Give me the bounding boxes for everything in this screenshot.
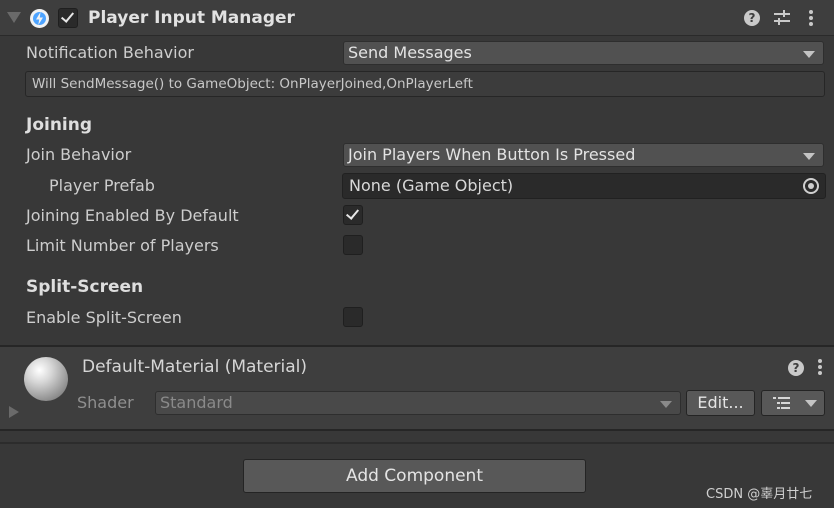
chevron-down-icon: [803, 153, 815, 160]
limit-players-checkbox[interactable]: [343, 235, 363, 255]
chevron-down-icon: [805, 400, 817, 407]
divider: [0, 429, 834, 431]
join-behavior-dropdown[interactable]: Join Players When Button Is Pressed: [343, 143, 824, 167]
divider: [0, 442, 834, 444]
notification-info-box: Will SendMessage() to GameObject: OnPlay…: [25, 71, 825, 97]
component-enabled-checkbox[interactable]: [58, 8, 78, 28]
join-behavior-label: Join Behavior: [26, 145, 132, 164]
material-help-icon[interactable]: ?: [788, 360, 804, 376]
object-picker-icon[interactable]: [803, 178, 819, 194]
chevron-down-icon: [803, 51, 815, 58]
player-input-manager-icon: [29, 8, 50, 29]
joining-section-title: Joining: [26, 115, 93, 135]
material-more-icon[interactable]: [817, 358, 823, 376]
player-prefab-label: Player Prefab: [49, 176, 155, 195]
joining-enabled-checkbox[interactable]: [343, 205, 363, 225]
player-prefab-field[interactable]: None (Game Object): [342, 173, 826, 199]
add-component-button[interactable]: Add Component: [243, 459, 586, 493]
notification-behavior-label: Notification Behavior: [26, 43, 194, 62]
limit-players-label: Limit Number of Players: [26, 236, 219, 255]
component-title: Player Input Manager: [88, 8, 295, 28]
enable-split-screen-checkbox[interactable]: [343, 307, 363, 327]
notification-behavior-value: Send Messages: [348, 43, 472, 62]
help-icon[interactable]: ?: [744, 10, 760, 26]
shader-edit-button[interactable]: Edit...: [686, 390, 755, 416]
checkmark-icon: [60, 9, 75, 23]
shader-label: Shader: [77, 393, 134, 412]
more-icon[interactable]: [808, 9, 814, 27]
material-foldout-arrow-icon[interactable]: [9, 406, 19, 418]
chevron-down-icon: [660, 401, 672, 408]
shader-options-button[interactable]: [761, 390, 825, 416]
shader-value: Standard: [160, 393, 233, 412]
join-behavior-value: Join Players When Button Is Pressed: [348, 145, 636, 164]
presets-icon[interactable]: [773, 9, 791, 27]
material-sphere-icon: [24, 357, 68, 401]
watermark: CSDN @辜月廿七: [706, 487, 813, 502]
notification-behavior-dropdown[interactable]: Send Messages: [343, 41, 824, 65]
player-prefab-value: None (Game Object): [349, 176, 514, 195]
checkmark-icon: [345, 206, 360, 220]
joining-enabled-label: Joining Enabled By Default: [26, 206, 239, 225]
list-icon: [773, 397, 790, 409]
material-title: Default-Material (Material): [82, 357, 308, 377]
enable-split-screen-label: Enable Split-Screen: [26, 308, 182, 327]
shader-dropdown[interactable]: Standard: [155, 391, 681, 415]
foldout-arrow-icon[interactable]: [7, 12, 21, 23]
split-screen-section-title: Split-Screen: [26, 277, 144, 297]
